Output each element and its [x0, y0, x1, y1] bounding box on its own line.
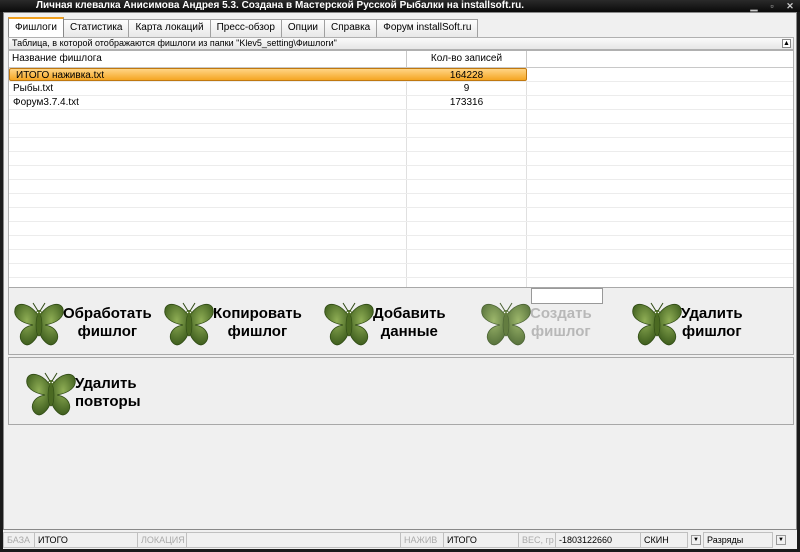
butterfly-icon: [14, 302, 64, 346]
column-header-name[interactable]: Название фишлога: [9, 51, 407, 67]
window-controls: ▁ ▫ ✕: [748, 0, 796, 12]
status-bait-label: НАЖИВ: [400, 531, 444, 548]
status-bait-value: ИТОГО: [443, 531, 519, 548]
status-weight-label: ВЕС, гр: [518, 531, 556, 548]
column-header-count[interactable]: Кол-во записей: [407, 51, 527, 67]
panel-caption-bar: Таблица, в которой отображаются фишлоги …: [8, 37, 794, 50]
status-base-label: БАЗА: [3, 531, 35, 548]
butterfly-icon: [481, 302, 531, 346]
butterfly-icon: [324, 302, 374, 346]
empty-row: [9, 236, 793, 250]
add-data-button[interactable]: Добавить данные: [323, 292, 446, 354]
empty-row: [9, 208, 793, 222]
close-button[interactable]: ✕: [784, 1, 796, 11]
panel-caption: Таблица, в которой отображаются фишлоги …: [12, 38, 337, 48]
cell-count: 9: [407, 82, 527, 95]
collapse-icon[interactable]: ▲: [782, 39, 791, 48]
delete-fishlog-button[interactable]: Удалить фишлог: [631, 292, 743, 354]
remove-duplicates-label: Удалить повторы: [75, 375, 141, 410]
empty-row: [9, 152, 793, 166]
window-titlebar: Личная клевалка Анисимова Андрея 5.3. Со…: [0, 0, 800, 12]
status-bar: БАЗА ИТОГО ЛОКАЦИЯ НАЖИВ ИТОГО ВЕС, гр -…: [3, 529, 797, 549]
minimize-button[interactable]: ▁: [748, 1, 760, 11]
tab-options[interactable]: Опции: [280, 19, 325, 37]
cell-count: 173316: [407, 96, 527, 109]
maximize-button[interactable]: ▫: [766, 1, 778, 11]
tab-statistics[interactable]: Статистика: [62, 19, 130, 37]
empty-row: [9, 124, 793, 138]
status-location-label: ЛОКАЦИЯ: [137, 531, 187, 548]
status-location-value: [186, 531, 401, 548]
butterfly-icon: [26, 372, 76, 416]
process-fishlog-button[interactable]: Обработать фишлог: [13, 292, 152, 354]
tab-location-map[interactable]: Карта локаций: [128, 19, 211, 37]
add-data-label: Добавить данные: [373, 305, 446, 340]
status-digits-label: Разряды: [703, 531, 773, 548]
empty-row: [9, 138, 793, 152]
tab-bar: Фишлоги Статистика Карта локаций Пресс-о…: [8, 17, 479, 37]
tab-press-review[interactable]: Пресс-обзор: [209, 19, 282, 37]
empty-row: [9, 250, 793, 264]
window-title: Личная клевалка Анисимова Андрея 5.3. Со…: [36, 0, 524, 11]
create-fishlog-button[interactable]: Создать фишлог: [480, 292, 592, 354]
cell-count: 164228: [407, 68, 527, 81]
tab-fishlogs[interactable]: Фишлоги: [8, 17, 64, 37]
fishlog-table: Название фишлога Кол-во записей ИТОГО на…: [8, 50, 794, 297]
remove-duplicates-button[interactable]: Удалить повторы: [25, 362, 141, 424]
status-weight-value: -1803122660: [555, 531, 641, 548]
table-row[interactable]: ИТОГО наживка.txt 164228: [9, 68, 793, 82]
delete-fishlog-label: Удалить фишлог: [681, 305, 743, 340]
cell-name: ИТОГО наживка.txt: [9, 68, 407, 81]
butterfly-icon: [632, 302, 682, 346]
empty-row: [9, 264, 793, 278]
action-buttons-row-2: Удалить повторы: [8, 357, 794, 425]
create-fishlog-label: Создать фишлог: [530, 305, 592, 340]
column-header-empty: [527, 51, 793, 67]
cell-name: Форум3.7.4.txt: [9, 96, 407, 109]
action-buttons-row-1: Обработать фишлог Копировать фишлог Доба…: [8, 287, 794, 355]
empty-row: [9, 222, 793, 236]
table-header: Название фишлога Кол-во записей: [9, 51, 793, 68]
cell-name: Рыбы.txt: [9, 82, 407, 95]
empty-row: [9, 110, 793, 124]
status-skin-label: СКИН: [640, 531, 688, 548]
status-base-value: ИТОГО: [34, 531, 138, 548]
process-fishlog-label: Обработать фишлог: [63, 305, 152, 340]
butterfly-icon: [164, 302, 214, 346]
empty-row: [9, 194, 793, 208]
table-row[interactable]: Форум3.7.4.txt 173316: [9, 96, 793, 110]
main-frame: Фишлоги Статистика Карта локаций Пресс-о…: [3, 12, 797, 549]
digits-dropdown-icon[interactable]: ▼: [776, 534, 786, 545]
empty-row: [9, 166, 793, 180]
copy-fishlog-label: Копировать фишлог: [213, 305, 302, 340]
skin-dropdown-icon[interactable]: ▼: [691, 534, 701, 545]
copy-fishlog-button[interactable]: Копировать фишлог: [163, 292, 302, 354]
table-row[interactable]: Рыбы.txt 9: [9, 82, 793, 96]
empty-row: [9, 180, 793, 194]
tab-forum[interactable]: Форум installSoft.ru: [376, 19, 479, 37]
tab-help[interactable]: Справка: [324, 19, 378, 37]
